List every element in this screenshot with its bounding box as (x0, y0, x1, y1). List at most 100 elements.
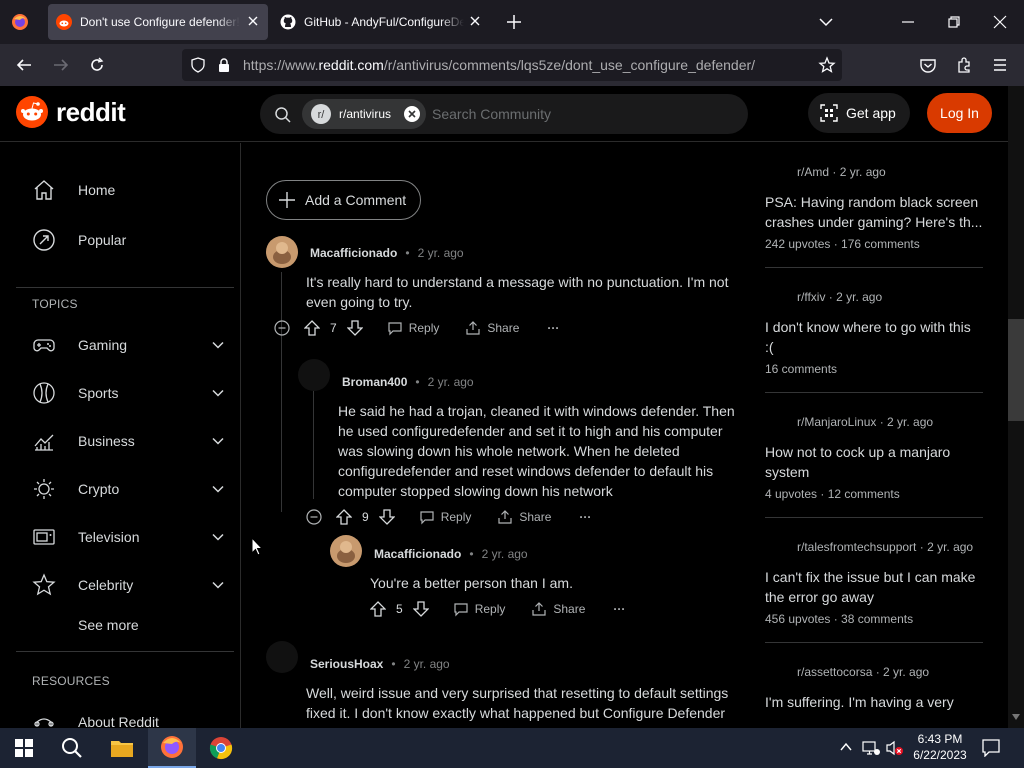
page-scrollbar[interactable] (1008, 86, 1024, 728)
sidebar-item-business[interactable]: Business (32, 425, 228, 457)
reply-button[interactable]: Reply (419, 509, 471, 525)
sidebar-item-crypto[interactable]: Crypto (32, 473, 228, 505)
chevron-down-icon[interactable] (212, 387, 224, 399)
bookmark-star-icon[interactable] (818, 56, 836, 74)
close-tab-icon[interactable] (246, 14, 260, 28)
notifications-icon[interactable] (982, 739, 1000, 757)
upvote-icon[interactable] (304, 319, 320, 337)
address-bar[interactable]: https://www.reddit.com/r/antivirus/comme… (182, 49, 842, 81)
close-window-icon[interactable] (992, 14, 1008, 30)
more-options-icon[interactable]: ··· (547, 321, 559, 335)
extensions-icon[interactable] (955, 56, 973, 74)
upvote-icon[interactable] (370, 600, 386, 618)
avatar[interactable] (266, 236, 298, 268)
downvote-icon[interactable] (412, 600, 429, 618)
subreddit-chip[interactable]: r/ r/antivirus (302, 99, 426, 129)
avatar[interactable] (298, 359, 330, 391)
share-button[interactable]: Share (497, 509, 551, 525)
taskbar-chrome[interactable] (197, 728, 245, 768)
related-subreddit[interactable]: r/ffxiv · 2 yr. ago (797, 290, 882, 304)
comment-author[interactable]: SeriousHoax (310, 657, 383, 671)
comment-age[interactable]: 2 yr. ago (404, 657, 450, 671)
close-tab-icon[interactable] (468, 14, 482, 28)
show-hidden-icons-icon[interactable] (840, 742, 852, 752)
sidebar-item-sports[interactable]: Sports (32, 377, 228, 409)
comment-age[interactable]: 2 yr. ago (418, 246, 464, 260)
tab-reddit[interactable]: Don't use Configure defender!! (48, 4, 268, 40)
reload-icon[interactable] (88, 56, 106, 74)
new-tab-icon[interactable] (504, 12, 524, 32)
thread-line[interactable] (281, 272, 282, 512)
related-post[interactable]: r/Amd · 2 yr. ago PSA: Having random bla… (765, 163, 983, 263)
app-menu-icon[interactable] (991, 56, 1009, 74)
sidebar-item-popular[interactable]: Popular (32, 224, 228, 256)
minimize-icon[interactable] (900, 14, 916, 30)
related-post[interactable]: r/ffxiv · 2 yr. ago I don't know where t… (765, 288, 983, 388)
chevron-down-icon[interactable] (212, 483, 224, 495)
tab-github[interactable]: GitHub - AndyFul/ConfigureDefender (272, 4, 490, 40)
chevron-down-icon[interactable] (212, 339, 224, 351)
reply-button[interactable]: Reply (453, 601, 505, 617)
url-text[interactable]: https://www.reddit.com/r/antivirus/comme… (243, 57, 755, 73)
sidebar-item-about-reddit[interactable]: About Reddit (32, 706, 228, 728)
avatar[interactable] (266, 641, 298, 673)
related-title[interactable]: I don't know where to go with this:( (765, 317, 983, 357)
downvote-icon[interactable] (378, 508, 395, 526)
taskbar-clock[interactable]: 6:43 PM 6/22/2023 (908, 731, 972, 763)
reply-button[interactable]: Reply (387, 320, 439, 336)
login-button[interactable]: Log In (927, 93, 992, 133)
firefox-view-icon[interactable] (0, 0, 40, 44)
get-app-button[interactable]: Get app (808, 93, 910, 133)
related-title[interactable]: I can't fix the issue but I can make the … (765, 567, 983, 607)
thread-line[interactable] (313, 391, 314, 499)
related-subreddit[interactable]: r/talesfromtechsupport · 2 yr. ago (797, 540, 973, 554)
taskbar-search-button[interactable] (48, 728, 96, 768)
chevron-down-icon[interactable] (212, 435, 224, 447)
reddit-logo[interactable]: reddit (16, 96, 126, 128)
comment-age[interactable]: 2 yr. ago (428, 375, 474, 389)
volume-muted-icon[interactable] (886, 740, 904, 756)
avatar[interactable] (330, 535, 362, 567)
collapse-icon[interactable] (274, 320, 290, 336)
clear-chip-icon[interactable] (404, 106, 420, 122)
start-button[interactable] (0, 728, 48, 768)
related-title[interactable]: PSA: Having random black screen crashes u… (765, 192, 983, 232)
sidebar-item-home[interactable]: Home (32, 174, 228, 206)
scrollbar-thumb[interactable] (1008, 319, 1024, 421)
related-subreddit[interactable]: r/Amd · 2 yr. ago (797, 165, 886, 179)
search-bar[interactable]: r/ r/antivirus Search Community (260, 94, 748, 134)
list-all-tabs-icon[interactable] (818, 14, 834, 30)
related-title[interactable]: How not to cock up a manjaro system (765, 442, 983, 482)
scroll-down-icon[interactable] (1012, 714, 1020, 720)
add-comment-button[interactable]: Add a Comment (266, 180, 421, 220)
chevron-down-icon[interactable] (212, 531, 224, 543)
related-post[interactable]: r/assettocorsa · 2 yr. ago I'm suffering… (765, 663, 983, 728)
sidebar-item-television[interactable]: Television (32, 521, 228, 553)
comment-author[interactable]: Macafficionado (310, 246, 397, 260)
see-more-link[interactable]: See more (78, 609, 178, 641)
network-icon[interactable] (862, 740, 880, 756)
related-post[interactable]: r/talesfromtechsupport · 2 yr. ago I can… (765, 538, 983, 638)
shield-icon[interactable] (190, 57, 206, 73)
sidebar-item-celebrity[interactable]: Celebrity (32, 569, 228, 601)
related-subreddit[interactable]: r/ManjaroLinux · 2 yr. ago (797, 415, 933, 429)
search-input[interactable]: Search Community (432, 106, 551, 122)
sidebar-item-gaming[interactable]: Gaming (32, 329, 228, 361)
comment-author[interactable]: Macafficionado (374, 547, 461, 561)
more-options-icon[interactable]: ··· (579, 510, 591, 524)
back-icon[interactable] (15, 56, 33, 74)
forward-icon[interactable] (52, 56, 70, 74)
chevron-down-icon[interactable] (212, 579, 224, 591)
upvote-icon[interactable] (336, 508, 352, 526)
taskbar-firefox[interactable] (148, 728, 196, 768)
related-post[interactable]: r/ManjaroLinux · 2 yr. ago How not to co… (765, 413, 983, 513)
share-button[interactable]: Share (465, 320, 519, 336)
share-button[interactable]: Share (531, 601, 585, 617)
comment-age[interactable]: 2 yr. ago (482, 547, 528, 561)
restore-icon[interactable] (946, 14, 962, 30)
related-subreddit[interactable]: r/assettocorsa · 2 yr. ago (797, 665, 929, 679)
downvote-icon[interactable] (346, 319, 363, 337)
more-options-icon[interactable]: ··· (613, 602, 625, 616)
collapse-icon[interactable] (306, 509, 322, 525)
lock-icon[interactable] (217, 57, 231, 73)
